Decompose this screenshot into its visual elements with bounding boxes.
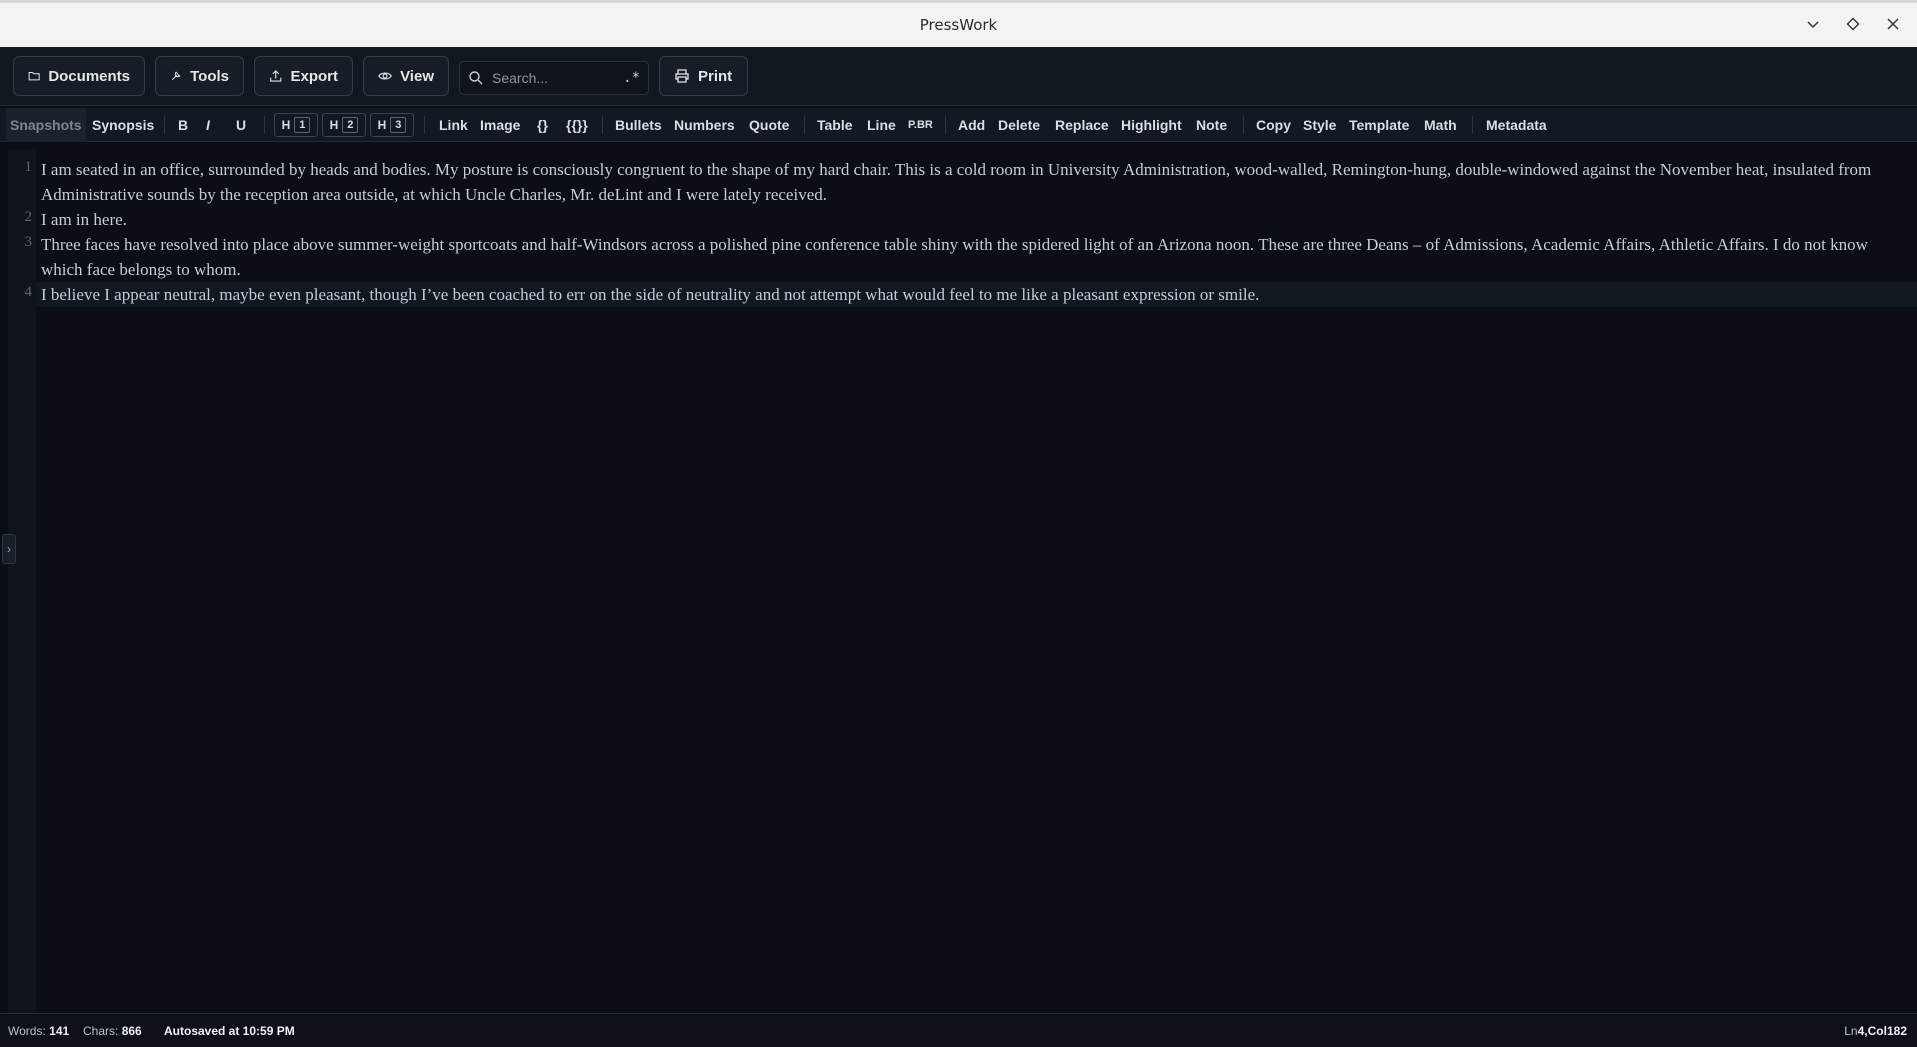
heading-level: 3 (390, 117, 407, 133)
heading-letter: H (377, 118, 387, 132)
quote-button[interactable]: Quote (749, 108, 789, 142)
status-bar: Words: 141 Chars: 866 Autosaved at 10:59… (0, 1013, 1917, 1047)
heading-letter: H (281, 118, 291, 132)
replace-button[interactable]: Replace (1055, 108, 1109, 142)
editor-line[interactable]: I am seated in an office, surrounded by … (41, 157, 1911, 207)
heading-level: 1 (294, 117, 311, 133)
add-button[interactable]: Add (958, 108, 985, 142)
col-value: 182 (1886, 1024, 1907, 1038)
separator (264, 116, 265, 134)
heading-2-button[interactable]: H 2 (322, 113, 366, 137)
editor-line[interactable]: Three faces have resolved into place abo… (41, 232, 1911, 282)
documents-button[interactable]: Documents (13, 56, 145, 96)
separator (945, 116, 946, 134)
heading-3-button[interactable]: H 3 (370, 113, 414, 137)
italic-button[interactable]: I (206, 108, 210, 142)
tools-button[interactable]: Tools (155, 56, 244, 96)
heading-1-button[interactable]: H 1 (274, 113, 318, 137)
image-button[interactable]: Image (480, 108, 520, 142)
bold-button[interactable]: B (178, 108, 188, 142)
words-value: 141 (49, 1024, 70, 1038)
page-break-button[interactable]: P.BR (908, 108, 933, 142)
maximize-button[interactable] (1843, 11, 1863, 37)
editor-text-area[interactable]: I am seated in an office, surrounded by … (36, 150, 1917, 1013)
synopsis-button[interactable]: Synopsis (92, 108, 154, 142)
close-icon (1887, 18, 1899, 30)
template-button[interactable]: Template (1349, 108, 1409, 142)
view-button[interactable]: View (363, 56, 449, 96)
close-button[interactable] (1883, 11, 1903, 37)
print-label: Print (698, 67, 733, 85)
line-number-gutter: 1 2 3 4 (8, 150, 36, 1013)
copy-button[interactable]: Copy (1256, 108, 1291, 142)
line-number: 4 (24, 284, 33, 300)
ln-label: Ln (1844, 1024, 1858, 1038)
print-button[interactable]: Print (659, 56, 748, 96)
note-button[interactable]: Note (1196, 108, 1227, 142)
window-title: PressWork (919, 16, 998, 34)
view-label: View (400, 67, 434, 85)
format-toolbar: Snapshots Synopsis B I U H 1 H 2 H 3 Lin… (0, 108, 1917, 142)
chars-value: 866 (121, 1024, 142, 1038)
regex-toggle[interactable]: .* (623, 70, 640, 86)
bullets-button[interactable]: Bullets (615, 108, 662, 142)
math-button[interactable]: Math (1424, 108, 1457, 142)
window-controls (1803, 11, 1903, 37)
separator (1243, 116, 1244, 134)
main-toolbar: Documents Tools Export View .* Print (0, 47, 1917, 106)
search-box: .* (459, 61, 649, 95)
template-var-button[interactable]: {{}} (566, 108, 588, 142)
highlight-button[interactable]: Highlight (1121, 108, 1182, 142)
upload-icon (270, 70, 282, 82)
chevron-right-icon: › (7, 542, 11, 556)
separator (804, 116, 805, 134)
tools-label: Tools (190, 67, 229, 85)
search-input[interactable] (490, 69, 614, 87)
heading-level: 2 (342, 117, 359, 133)
separator (1472, 116, 1473, 134)
heading-letter: H (329, 118, 339, 132)
separator (164, 116, 165, 134)
sidebar-toggle[interactable]: › (2, 534, 16, 564)
table-button[interactable]: Table (817, 108, 853, 142)
style-button[interactable]: Style (1303, 108, 1336, 142)
eye-icon (378, 72, 392, 80)
code-inline-button[interactable]: {} (537, 108, 548, 142)
metadata-button[interactable]: Metadata (1486, 108, 1547, 142)
minimize-button[interactable] (1803, 11, 1823, 37)
underline-button[interactable]: U (236, 108, 246, 142)
chevron-down-icon (1807, 21, 1819, 29)
chars-label: Chars: (83, 1024, 119, 1038)
words-label: Words: (8, 1024, 46, 1038)
link-button[interactable]: Link (439, 108, 468, 142)
title-bar: PressWork (0, 0, 1917, 47)
folder-icon (28, 72, 40, 81)
separator (602, 116, 603, 134)
documents-label: Documents (48, 67, 130, 85)
line-number: 3 (24, 234, 33, 250)
search-icon (469, 71, 483, 85)
line-number: 1 (24, 159, 33, 175)
editor-line-active[interactable]: I believe I appear neutral, maybe even p… (36, 282, 1917, 307)
printer-icon (675, 69, 689, 83)
export-label: Export (290, 67, 338, 85)
line-button[interactable]: Line (867, 108, 896, 142)
word-count: Words: 141 (8, 1024, 69, 1038)
autosave-status: Autosaved at 10:59 PM (164, 1024, 295, 1038)
editor-line[interactable]: I am in here. (41, 207, 1911, 232)
numbers-button[interactable]: Numbers (674, 108, 735, 142)
line-number: 2 (24, 209, 33, 225)
col-label: ,Col (1864, 1024, 1887, 1038)
diamond-icon (1846, 17, 1860, 31)
char-count: Chars: 866 (83, 1024, 142, 1038)
export-button[interactable]: Export (254, 56, 353, 96)
snapshots-button[interactable]: Snapshots (6, 108, 86, 142)
cursor-position: Ln4,Col182 (1844, 1024, 1907, 1038)
tools-icon (171, 71, 181, 81)
delete-button[interactable]: Delete (998, 108, 1040, 142)
separator (424, 116, 425, 134)
